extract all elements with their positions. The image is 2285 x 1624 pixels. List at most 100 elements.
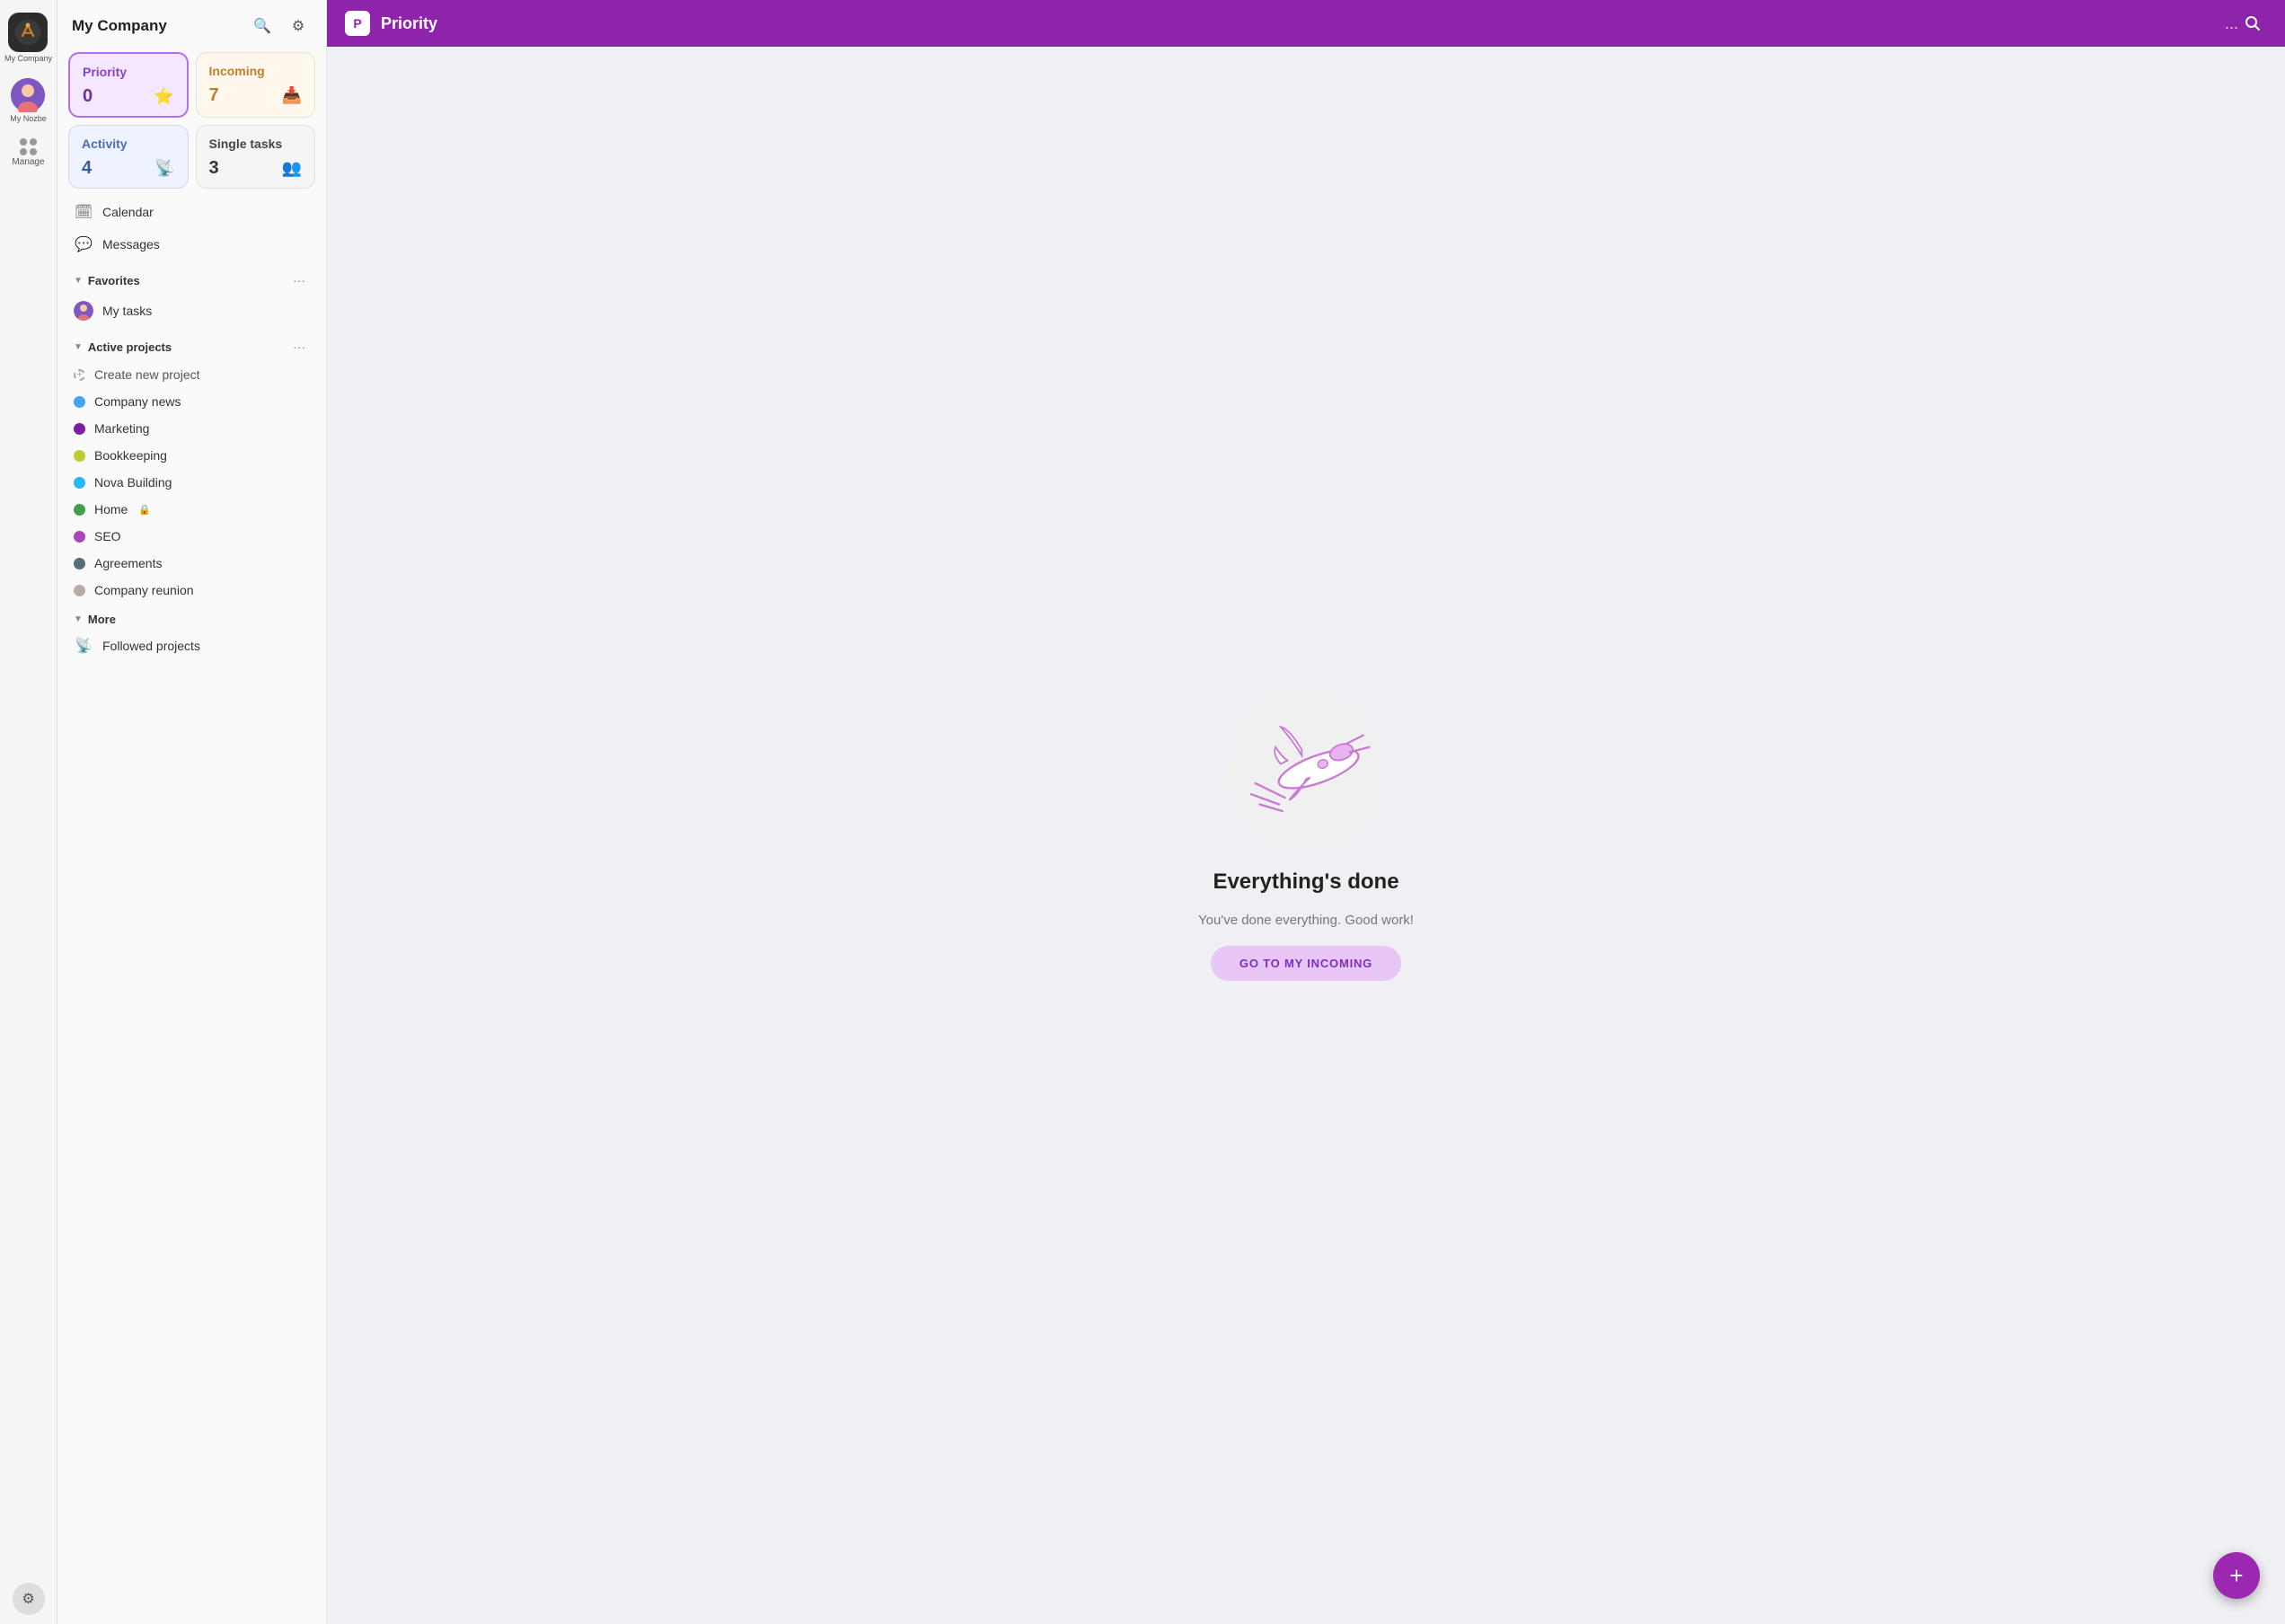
more-section-title: More xyxy=(88,613,116,626)
favorites-title: Favorites xyxy=(88,274,140,287)
nova-building-dot xyxy=(74,477,85,489)
marketing-dot xyxy=(74,423,85,435)
bookkeeping-label: Bookkeeping xyxy=(94,448,167,463)
followed-projects-icon: 📡 xyxy=(74,637,93,655)
home-lock-icon: 🔒 xyxy=(138,504,151,516)
qcard-priority-bottom: 0 ⭐ xyxy=(83,86,174,107)
qcard-incoming[interactable]: Incoming 7 📥 xyxy=(196,52,316,118)
sidebar-header: My Company 🔍 ⚙ xyxy=(57,0,326,49)
marketing-label: Marketing xyxy=(94,421,149,436)
sidebar-item-messages[interactable]: 💬 Messages xyxy=(65,228,319,260)
messages-icon: 💬 xyxy=(74,235,93,253)
company-reunion-dot xyxy=(74,585,85,596)
active-projects-header-left: ▼ Active projects xyxy=(74,340,172,354)
fab-add-button[interactable]: + xyxy=(2213,1552,2260,1599)
settings-icon[interactable]: ⚙ xyxy=(13,1583,45,1615)
qcard-activity[interactable]: Activity 4 📡 xyxy=(68,125,189,189)
icon-bar-manage[interactable]: Manage xyxy=(8,135,48,171)
main-header-title: Priority xyxy=(381,14,2225,33)
qcard-priority-label: Priority xyxy=(83,65,174,79)
empty-state-title: Everything's done xyxy=(1213,869,1398,895)
main-header-search-button[interactable] xyxy=(2238,9,2267,38)
sidebar-item-bookkeeping[interactable]: Bookkeeping xyxy=(65,442,319,469)
qcard-activity-count: 4 xyxy=(82,158,92,179)
sidebar-item-seo[interactable]: SEO xyxy=(65,523,319,550)
my-tasks-avatar xyxy=(74,301,93,321)
qcard-activity-bottom: 4 📡 xyxy=(82,158,175,179)
qcard-priority[interactable]: Priority 0 ⭐ xyxy=(68,52,189,118)
my-company-label: My Company xyxy=(4,54,52,64)
main-header-logo-text: P xyxy=(353,16,361,31)
agreements-label: Agreements xyxy=(94,556,162,570)
qcard-incoming-count: 7 xyxy=(209,85,219,106)
sidebar-header-icons: 🔍 ⚙ xyxy=(249,13,312,40)
my-tasks-label: My tasks xyxy=(102,304,152,318)
followed-projects-label: Followed projects xyxy=(102,639,200,653)
qcard-single-tasks[interactable]: Single tasks 3 👥 xyxy=(196,125,316,189)
create-new-project[interactable]: + Create new project xyxy=(65,361,319,388)
main-content-area: P Priority ... xyxy=(327,0,2285,1624)
avatar[interactable] xyxy=(11,78,45,112)
qcard-incoming-label: Incoming xyxy=(209,64,303,78)
sidebar-scroll: Priority 0 ⭐ Incoming 7 📥 Activity 4 📡 xyxy=(57,49,326,1624)
create-project-label: Create new project xyxy=(94,367,200,382)
airplane-icon xyxy=(1239,703,1373,838)
goto-incoming-button[interactable]: GO TO MY INCOMING xyxy=(1211,946,1401,981)
icon-bar-bottom: ⚙ xyxy=(13,1583,45,1615)
seo-label: SEO xyxy=(94,529,121,543)
sidebar-item-marketing[interactable]: Marketing xyxy=(65,415,319,442)
company-reunion-label: Company reunion xyxy=(94,583,194,597)
favorites-header-left: ▼ Favorites xyxy=(74,274,140,287)
sidebar-item-nova-building[interactable]: Nova Building xyxy=(65,469,319,496)
active-projects-more-button[interactable]: ··· xyxy=(288,336,310,357)
favorites-chevron-icon: ▼ xyxy=(74,276,83,286)
qcard-incoming-bottom: 7 📥 xyxy=(209,85,303,106)
single-tasks-icon: 👥 xyxy=(282,159,302,178)
messages-label: Messages xyxy=(102,237,160,252)
agreements-dot xyxy=(74,558,85,569)
main-header-more-button[interactable]: ... xyxy=(2225,14,2238,33)
sidebar-item-company-reunion[interactable]: Company reunion xyxy=(65,577,319,604)
empty-state-subtitle: You've done everything. Good work! xyxy=(1198,913,1414,928)
sidebar-item-my-tasks[interactable]: My tasks xyxy=(65,295,319,327)
active-projects-chevron-icon: ▼ xyxy=(74,342,83,352)
main-header: P Priority ... xyxy=(327,0,2285,47)
priority-star-icon: ⭐ xyxy=(154,87,173,106)
activity-feed-icon: 📡 xyxy=(154,159,174,178)
icon-bar-my-company[interactable]: My Company xyxy=(1,9,56,67)
quick-cards: Priority 0 ⭐ Incoming 7 📥 Activity 4 📡 xyxy=(65,49,319,196)
app-logo[interactable] xyxy=(8,13,48,52)
sidebar-item-home[interactable]: Home 🔒 xyxy=(65,496,319,523)
more-section-header[interactable]: ▼ More xyxy=(65,604,319,630)
main-header-logo: P xyxy=(345,11,370,36)
empty-state-illustration xyxy=(1225,690,1387,852)
manage-dots-icon xyxy=(20,138,37,155)
qcard-priority-count: 0 xyxy=(83,86,93,107)
incoming-inbox-icon: 📥 xyxy=(282,86,302,105)
company-news-label: Company news xyxy=(94,394,181,409)
sidebar-item-followed-projects[interactable]: 📡 Followed projects xyxy=(65,630,319,662)
seo-dot xyxy=(74,531,85,543)
sidebar-item-calendar[interactable]: 🗓 Calendar xyxy=(65,196,319,228)
qcard-single-label: Single tasks xyxy=(209,137,303,151)
more-header-left: ▼ More xyxy=(74,613,116,626)
create-project-icon: + xyxy=(74,369,85,381)
sidebar-settings-button[interactable]: ⚙ xyxy=(285,13,312,40)
sidebar: My Company 🔍 ⚙ Priority 0 ⭐ Incoming 7 📥 xyxy=(57,0,327,1624)
nova-building-label: Nova Building xyxy=(94,475,172,490)
home-label: Home xyxy=(94,502,128,516)
qcard-single-count: 3 xyxy=(209,158,219,179)
more-chevron-icon: ▼ xyxy=(74,614,83,624)
sidebar-item-agreements[interactable]: Agreements xyxy=(65,550,319,577)
company-news-dot xyxy=(74,396,85,408)
home-dot xyxy=(74,504,85,516)
sidebar-item-company-news[interactable]: Company news xyxy=(65,388,319,415)
favorites-section-header[interactable]: ▼ Favorites ··· xyxy=(65,260,319,295)
active-projects-section-header[interactable]: ▼ Active projects ··· xyxy=(65,327,319,361)
icon-bar-my-nozbe[interactable]: My Nozbe xyxy=(6,75,50,128)
qcard-activity-label: Activity xyxy=(82,137,175,151)
icon-bar: My Company My Nozbe Manage ⚙ xyxy=(0,0,57,1624)
favorites-more-button[interactable]: ··· xyxy=(288,269,310,291)
sidebar-search-button[interactable]: 🔍 xyxy=(249,13,276,40)
bookkeeping-dot xyxy=(74,450,85,462)
